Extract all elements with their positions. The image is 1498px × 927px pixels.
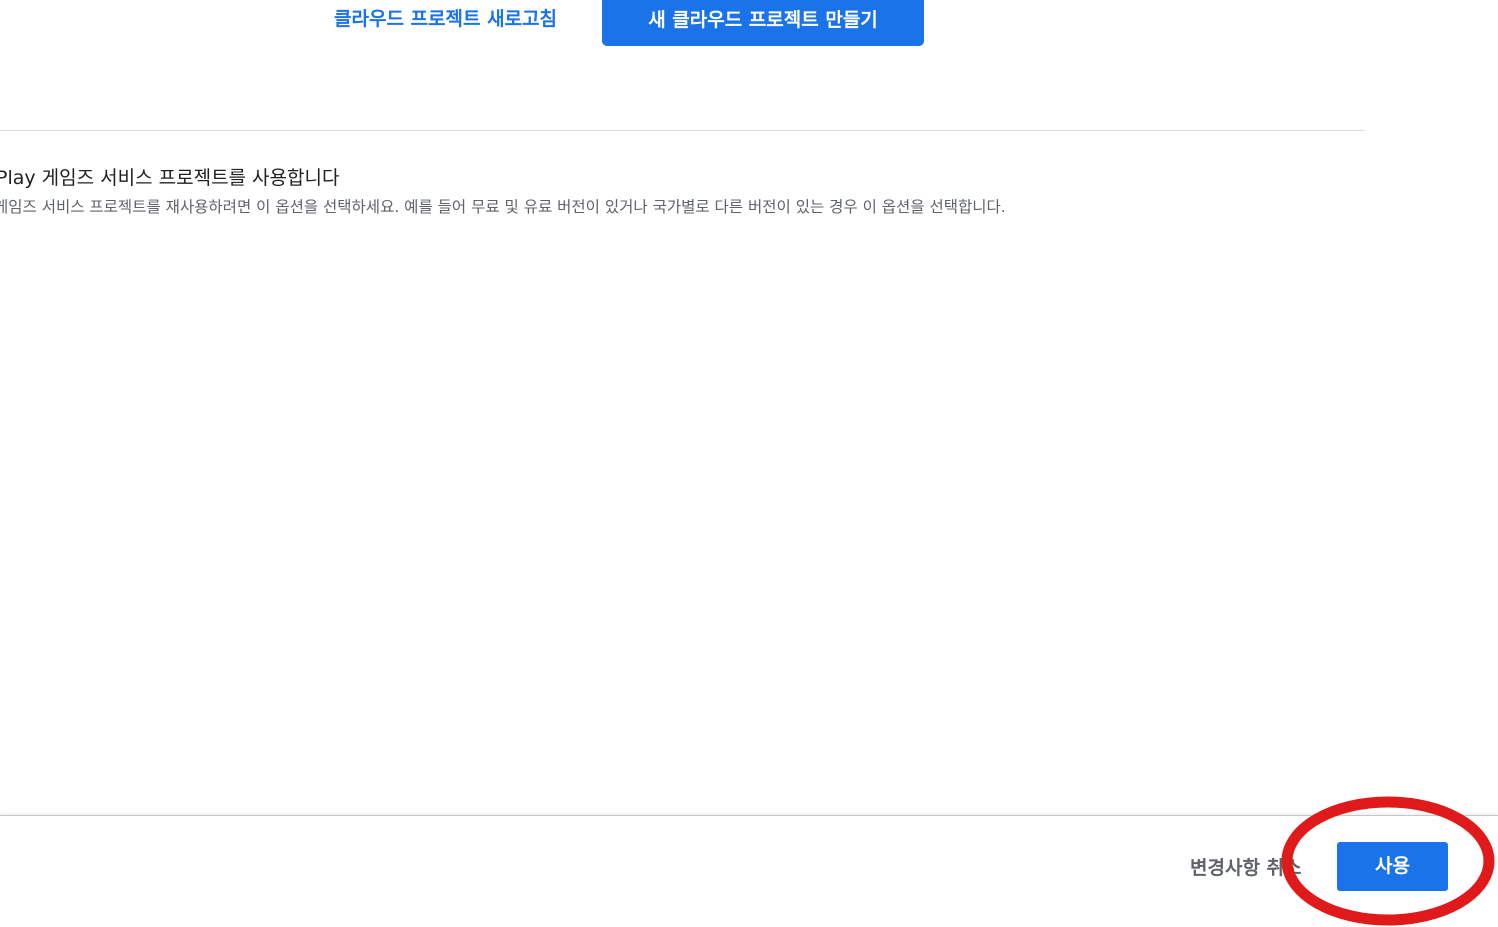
option-description: 게임즈 서비스 프로젝트를 재사용하려면 이 옵션을 선택하세요. 예를 들어 …: [0, 198, 1006, 216]
refresh-cloud-projects-button[interactable]: 클라우드 프로젝트 새로고침: [334, 5, 584, 33]
section-divider: [0, 130, 1365, 131]
option-title: Play 게임즈 서비스 프로젝트를 사용합니다: [0, 167, 340, 189]
use-button[interactable]: 사용: [1337, 842, 1448, 891]
page: 클라우드 프로젝트 새로고침 새 클라우드 프로젝트 만들기 Play 게임즈 …: [0, 0, 1498, 927]
discard-changes-button[interactable]: 변경사항 취소: [1190, 854, 1320, 882]
existing-project-option[interactable]: Play 게임즈 서비스 프로젝트를 사용합니다 게임즈 서비스 프로젝트를 재…: [0, 160, 1365, 230]
action-footer: 변경사항 취소 사용: [0, 815, 1498, 927]
create-cloud-project-button[interactable]: 새 클라우드 프로젝트 만들기: [602, 0, 924, 46]
top-actions: 클라우드 프로젝트 새로고침 새 클라우드 프로젝트 만들기: [0, 0, 1498, 46]
